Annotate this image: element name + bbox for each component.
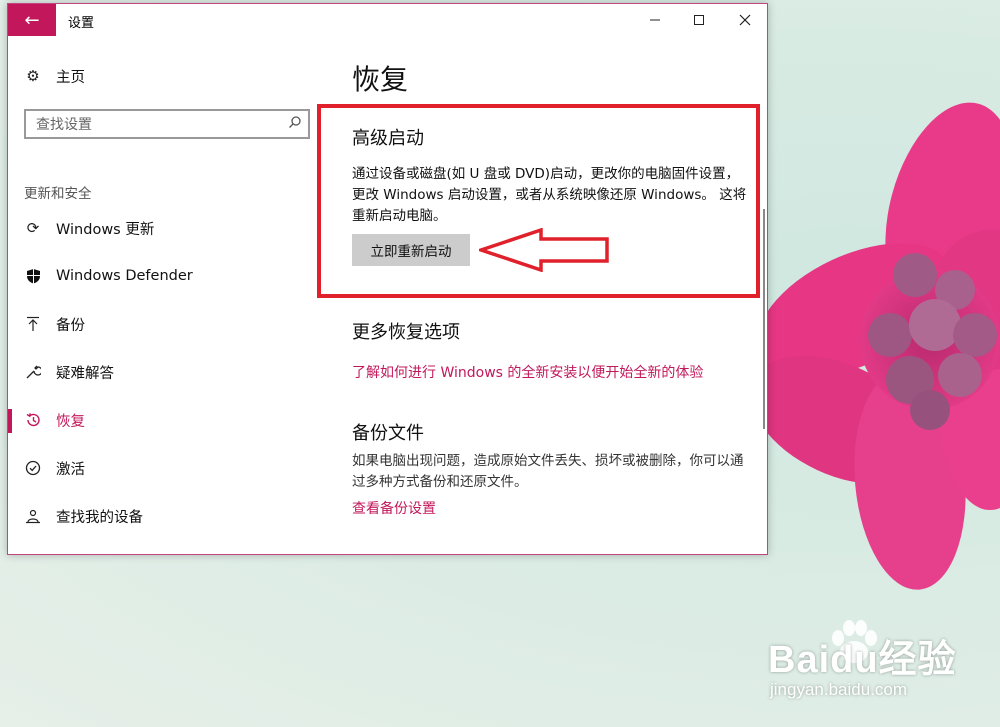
baidu-watermark: Baidu经验 jingyan.baidu.com [768,618,1000,727]
minimize-icon [650,19,660,21]
maximize-button[interactable] [676,4,722,36]
shield-icon [24,267,42,285]
sidebar-item-label: 恢复 [56,413,85,430]
sidebar-item-label: 主页 [56,69,85,86]
maximize-icon [694,15,704,25]
scrollbar[interactable] [763,209,765,429]
sidebar-item-find-my-device[interactable]: 查找我的设备 [8,496,324,536]
sidebar-item-label: 疑难解答 [56,365,114,382]
backup-heading: 备份文件 [352,423,424,444]
watermark-brand: Baidu经验 [768,639,957,681]
restart-now-button[interactable]: 立即重新启动 [352,234,470,266]
sidebar-item-label: Windows 更新 [56,221,155,238]
section-label: 更新和安全 [24,186,92,202]
upload-arrow-icon [24,315,42,333]
sidebar-item-windows-defender[interactable]: Windows Defender [8,256,324,296]
check-circle-icon [24,459,42,477]
gear-icon: ⚙ [26,67,40,85]
fresh-install-link[interactable]: 了解如何进行 Windows 的全新安装以便开始全新的体验 [352,362,703,382]
back-button[interactable]: ← [8,4,56,36]
sidebar-item-home[interactable]: ⚙ 主页 [8,56,324,96]
sidebar-item-windows-update[interactable]: ⟳ Windows 更新 [8,208,324,248]
history-icon [24,411,42,429]
search-box [24,109,310,139]
sidebar-item-troubleshoot[interactable]: 疑难解答 [8,352,324,392]
minimize-button[interactable] [632,4,678,36]
view-backup-settings-link[interactable]: 查看备份设置 [352,498,436,518]
search-input[interactable] [26,111,288,139]
sidebar-item-label: 查找我的设备 [56,509,143,526]
search-icon[interactable] [288,115,302,133]
advanced-startup-heading: 高级启动 [352,128,424,149]
refresh-icon: ⟳ [26,219,40,237]
page-title: 恢复 [352,63,409,96]
person-pin-icon [24,507,42,525]
close-button[interactable] [722,4,768,36]
sidebar-item-recovery[interactable]: 恢复 [8,400,324,440]
title-bar: ← 设置 [8,4,767,36]
wrench-icon [24,363,42,381]
settings-window: ← 设置 ⚙ 主页 更新和安全 ⟳ Windows 更新 [7,3,768,555]
more-options-heading: 更多恢复选项 [352,322,460,343]
backup-description: 如果电脑出现问题，造成原始文件丢失、损坏或被删除，你可以通过多种方式备份和还原文… [352,453,744,490]
sidebar-item-label: 备份 [56,317,85,334]
sidebar-item-backup[interactable]: 备份 [8,304,324,344]
advanced-startup-description: 通过设备或磁盘(如 U 盘或 DVD)启动，更改你的电脑固件设置，更改 Wind… [352,166,747,224]
active-indicator [8,409,12,433]
sidebar-item-label: Windows Defender [56,268,193,284]
sidebar-item-label: 激活 [56,461,85,478]
close-icon [739,14,751,26]
watermark-url: jingyan.baidu.com [770,680,908,699]
sidebar: ⚙ 主页 更新和安全 ⟳ Windows 更新 Windows Defender… [8,36,324,554]
sidebar-item-activation[interactable]: 激活 [8,448,324,488]
window-title: 设置 [68,16,95,31]
wallpaper-flower [760,102,1000,590]
back-arrow-icon: ← [24,9,40,31]
annotation-arrow-icon [479,228,609,272]
